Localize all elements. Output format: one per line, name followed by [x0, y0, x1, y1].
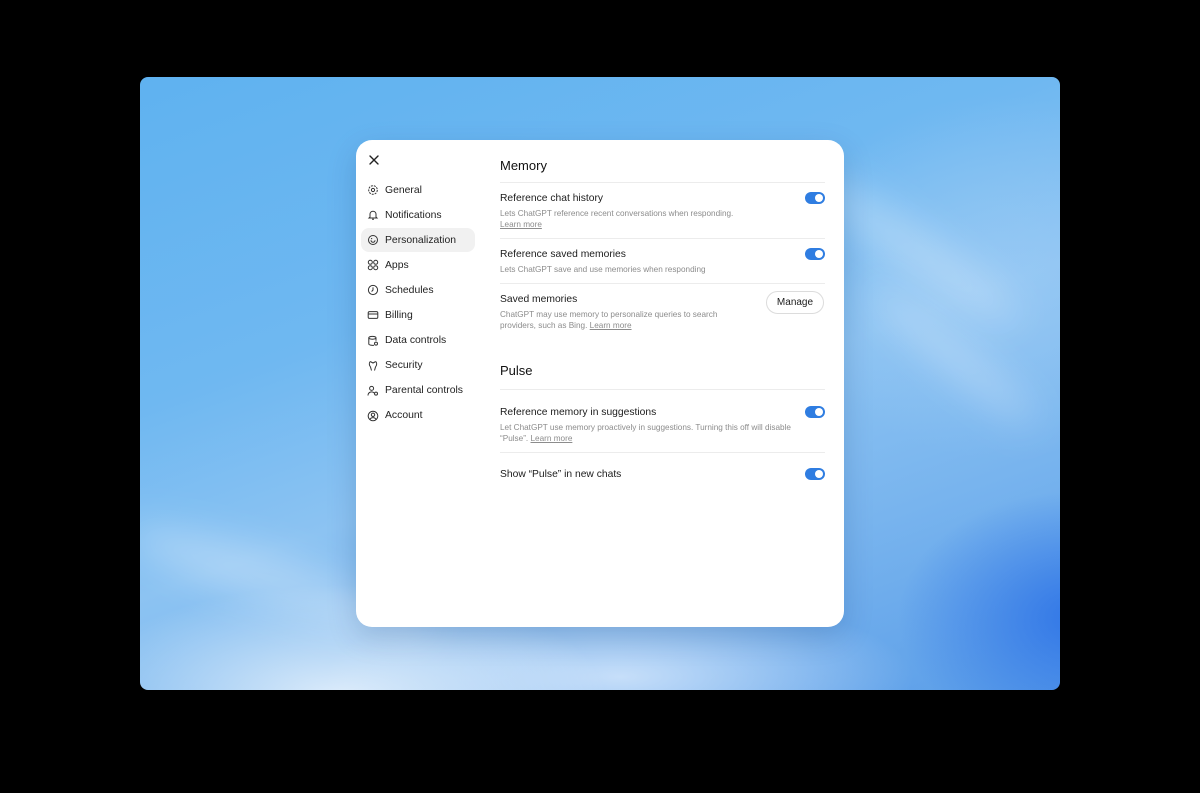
sidebar-item-account[interactable]: Account [361, 404, 475, 428]
reference-memory-suggestions-row: Reference memory in suggestions Let Chat… [500, 390, 825, 453]
sidebar-item-label: General [385, 184, 422, 196]
show-pulse-title: Show “Pulse” in new chats [500, 469, 622, 480]
sidebar-item-label: Parental controls [385, 385, 463, 397]
sidebar-item-label: Account [385, 410, 423, 422]
reference-saved-memories-title: Reference saved memories [500, 249, 626, 260]
personalization-panel: Memory Reference chat history Lets ChatG… [500, 156, 825, 489]
gear-icon [367, 184, 379, 196]
learn-more-link[interactable]: Learn more [590, 321, 632, 330]
reference-saved-memories-toggle[interactable] [805, 248, 825, 260]
sidebar-item-schedules[interactable]: Schedules [361, 278, 475, 302]
sidebar-item-label: Data controls [385, 335, 447, 347]
reference-saved-memories-row: Reference saved memories Lets ChatGPT sa… [500, 239, 825, 284]
sidebar-item-label: Personalization [385, 234, 457, 246]
close-button[interactable] [364, 150, 384, 170]
reference-chat-history-desc-text: Lets ChatGPT reference recent conversati… [500, 209, 734, 218]
credit-card-icon [367, 309, 379, 321]
show-pulse-row: Show “Pulse” in new chats [500, 453, 825, 489]
toggle-knob [815, 408, 823, 416]
toggle-knob [815, 250, 823, 258]
sidebar-item-security[interactable]: Security [361, 354, 475, 378]
sidebar-item-billing[interactable]: Billing [361, 303, 475, 327]
toggle-knob [815, 194, 823, 202]
sidebar-item-label: Schedules [385, 284, 434, 296]
sidebar-item-label: Notifications [385, 209, 442, 221]
reference-memory-suggestions-description: Let ChatGPT use memory proactively in su… [500, 422, 795, 444]
sidebar-item-label: Apps [385, 259, 409, 271]
reference-chat-history-toggle[interactable] [805, 192, 825, 204]
database-icon [367, 335, 379, 347]
parental-icon [367, 385, 379, 397]
pulse-section-title: Pulse [500, 361, 825, 390]
toggle-knob [815, 470, 823, 478]
sidebar-item-general[interactable]: General [361, 178, 475, 202]
reference-chat-history-title: Reference chat history [500, 193, 604, 204]
saved-memories-row: Saved memories ChatGPT may use memory to… [500, 284, 825, 339]
account-icon [367, 410, 379, 422]
reference-memory-suggestions-title: Reference memory in suggestions [500, 407, 657, 418]
memory-section-title: Memory [500, 156, 825, 183]
sidebar-item-personalization[interactable]: Personalization [361, 228, 475, 253]
sidebar-item-notifications[interactable]: Notifications [361, 203, 475, 227]
show-pulse-toggle[interactable] [805, 468, 825, 480]
learn-more-link[interactable]: Learn more [531, 434, 573, 443]
sidebar-item-data-controls[interactable]: Data controls [361, 329, 475, 353]
manage-memories-button[interactable]: Manage [766, 291, 824, 314]
bell-icon [367, 209, 379, 221]
personalization-icon [367, 234, 379, 246]
settings-sidebar: General Notifications Personalization Ap… [361, 178, 475, 429]
reference-chat-history-row: Reference chat history Lets ChatGPT refe… [500, 183, 825, 239]
reference-memory-suggestions-toggle[interactable] [805, 406, 825, 418]
reference-saved-memories-description: Lets ChatGPT save and use memories when … [500, 265, 706, 274]
clock-icon [367, 284, 379, 296]
reference-chat-history-description: Lets ChatGPT reference recent conversati… [500, 208, 755, 230]
saved-memories-description: ChatGPT may use memory to personalize qu… [500, 309, 740, 331]
settings-dialog: General Notifications Personalization Ap… [356, 140, 844, 627]
learn-more-link[interactable]: Learn more [500, 220, 542, 229]
sidebar-item-parental-controls[interactable]: Parental controls [361, 379, 475, 403]
sidebar-item-label: Security [385, 360, 423, 372]
sidebar-item-apps[interactable]: Apps [361, 253, 475, 277]
shield-icon [367, 360, 379, 372]
sidebar-item-label: Billing [385, 309, 413, 321]
apps-grid-icon [367, 259, 379, 271]
close-icon [369, 155, 379, 165]
